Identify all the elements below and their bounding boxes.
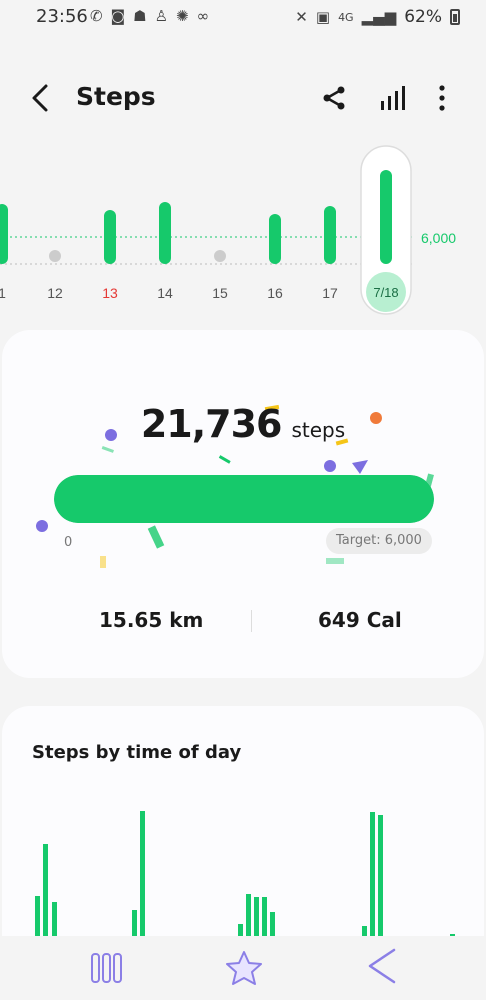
hour-bar	[43, 844, 48, 941]
notification-icons: ✆ ◙ ☗ ♙ ✺ ∞	[90, 7, 209, 25]
more-icon[interactable]	[430, 82, 454, 114]
aperture-icon: ✺	[176, 7, 189, 25]
page-title: Steps	[76, 82, 156, 111]
weekly-steps-chart[interactable]: 6,000 1 12 13 14 15 16 17 7/18	[0, 140, 486, 320]
day-label: 17	[322, 285, 338, 301]
whatsapp-icon: ✆	[90, 7, 103, 25]
day-bar[interactable]	[324, 206, 336, 264]
bar-chart-icon[interactable]	[378, 84, 408, 112]
day-label: 14	[157, 285, 173, 301]
system-nav-bar	[0, 936, 486, 1000]
day-label: 12	[47, 285, 63, 301]
back-icon[interactable]	[28, 82, 54, 114]
status-bar: 23:56 ✆ ◙ ☗ ♙ ✺ ∞ ✕ ▣ 4G ▂▄▆ 62%	[0, 0, 486, 36]
hour-bar	[378, 815, 383, 941]
person-icon: ♙	[154, 7, 169, 25]
discord-icon: ◙	[110, 7, 126, 25]
home-icon[interactable]	[222, 948, 266, 988]
hour-bar	[140, 811, 145, 941]
back-nav-icon[interactable]	[362, 944, 402, 988]
battery-icon	[450, 9, 460, 25]
battery-percent: 62%	[404, 7, 442, 27]
steps-summary-card: 21,736 steps 0 Target: 6,000 15.65 km 649…	[2, 330, 484, 678]
signal-icon: ▂▄▆	[361, 8, 397, 26]
recents-icon[interactable]	[88, 948, 126, 988]
hour-bar	[35, 896, 40, 941]
steps-number: 21,736	[140, 402, 283, 446]
status-time: 23:56	[36, 6, 88, 27]
target-badge: Target: 6,000	[326, 528, 432, 554]
day-bar[interactable]	[0, 204, 8, 264]
distance-value: 15.65 km	[99, 608, 204, 632]
day-bar[interactable]	[380, 170, 392, 264]
app-header: Steps	[0, 72, 486, 124]
stats-divider	[251, 610, 252, 632]
network-label: 4G	[338, 10, 354, 24]
day-label: 7/18	[373, 285, 398, 300]
ghost-icon: ☗	[133, 7, 147, 25]
day-label: 13	[102, 285, 118, 301]
steps-total: 21,736 steps	[2, 402, 484, 446]
target-value-label: 6,000	[421, 230, 456, 246]
time-of-day-chart	[35, 811, 455, 941]
progress-min-label: 0	[64, 535, 73, 550]
day-label: 16	[267, 285, 283, 301]
sim-icon: ▣	[315, 8, 331, 26]
day-empty-dot[interactable]	[214, 250, 226, 262]
day-bar[interactable]	[159, 202, 171, 264]
hour-bar	[370, 812, 375, 941]
day-label: 15	[212, 285, 228, 301]
steps-unit: steps	[291, 418, 346, 442]
hour-bar	[246, 894, 251, 941]
calories-value: 649 Cal	[318, 608, 402, 632]
hour-bar	[254, 897, 259, 941]
day-bar[interactable]	[269, 214, 281, 264]
steps-progress-fill	[54, 475, 434, 523]
steps-progress-bar	[54, 475, 434, 523]
day-bar[interactable]	[104, 210, 116, 264]
section-title: Steps by time of day	[32, 742, 242, 763]
glasses-icon: ∞	[196, 7, 210, 25]
day-label: 1	[0, 285, 6, 301]
hour-bar	[262, 897, 267, 941]
mute-icon: ✕	[295, 8, 308, 26]
day-empty-dot[interactable]	[49, 250, 61, 262]
share-icon[interactable]	[320, 84, 348, 112]
system-icons: ✕ ▣ 4G ▂▄▆ 62%	[295, 7, 460, 27]
